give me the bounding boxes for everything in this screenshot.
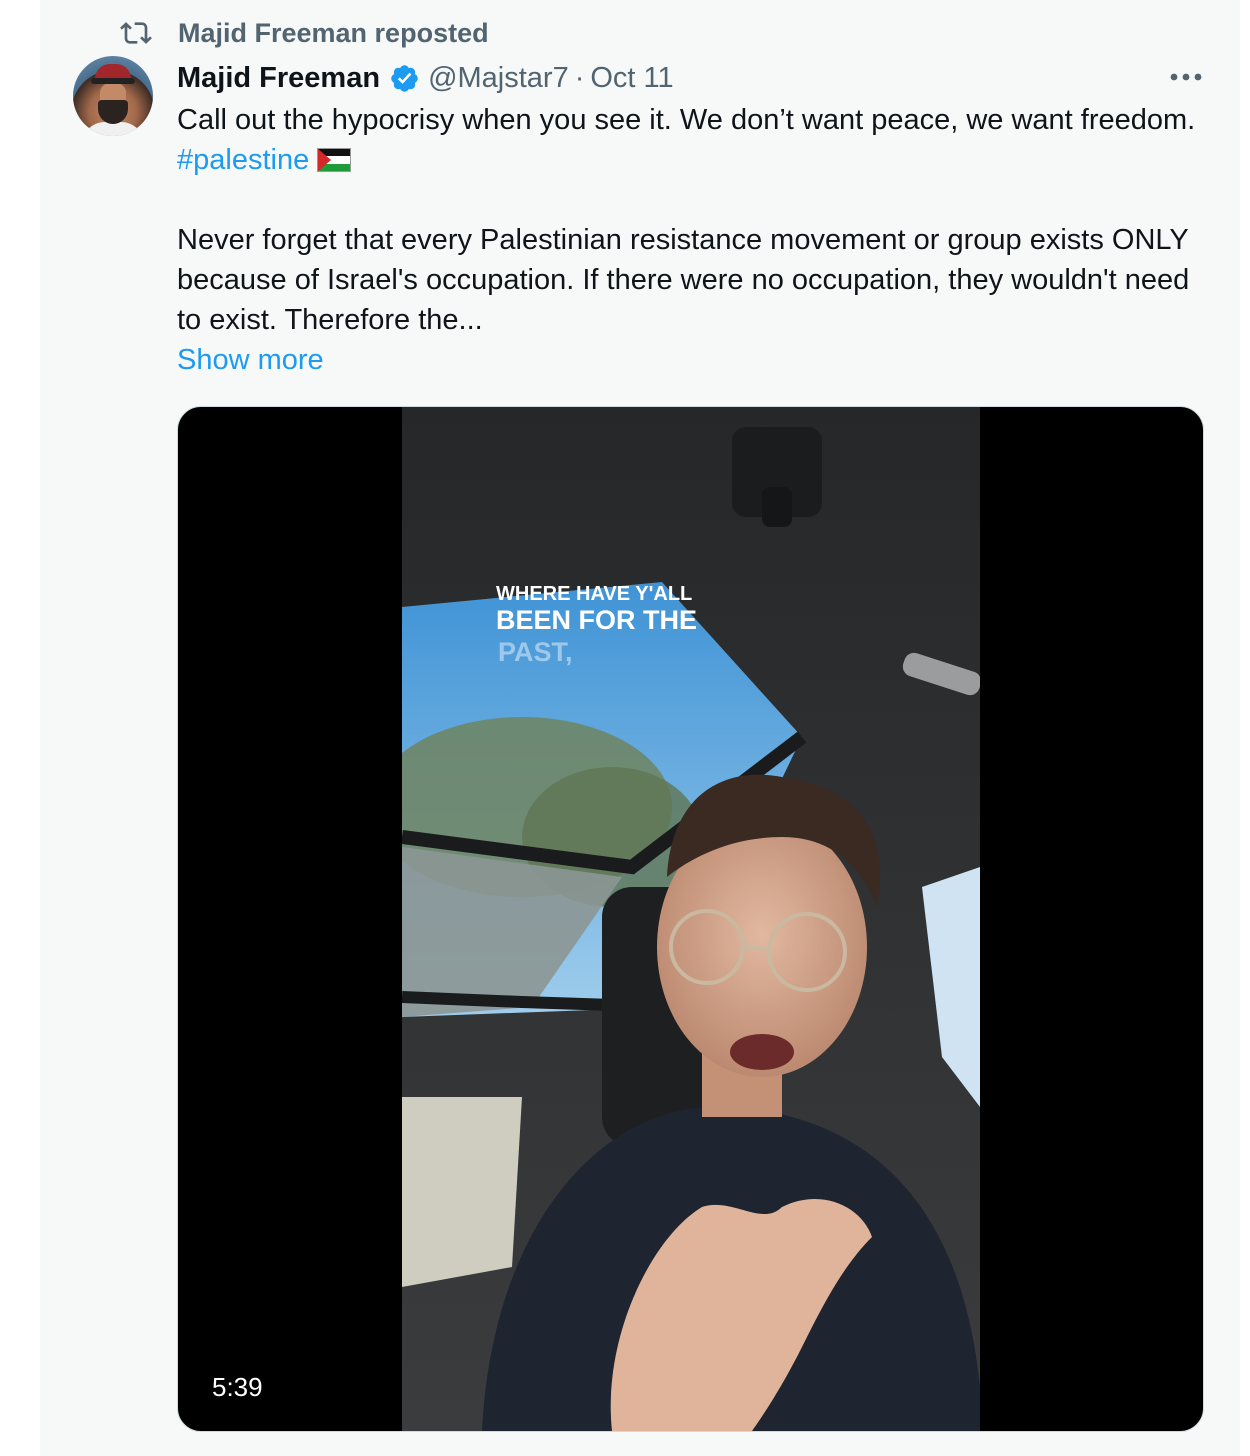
video-caption-line-2: BEEN FOR THE: [496, 605, 697, 635]
tweet-paragraph-1: Call out the hypocrisy when you see it. …: [177, 100, 1197, 180]
video-thumbnail: WHERE HAVE Y'ALL BEEN FOR THE PAST,: [402, 407, 980, 1431]
repost-label: Majid Freeman reposted: [178, 17, 489, 48]
more-icon: [1170, 73, 1202, 81]
repost-icon: [120, 22, 152, 44]
verified-badge-icon[interactable]: [389, 63, 420, 94]
show-more-link[interactable]: Show more: [177, 340, 324, 380]
author-avatar[interactable]: [73, 56, 153, 136]
video-player[interactable]: WHERE HAVE Y'ALL BEEN FOR THE PAST, 5:39: [177, 406, 1204, 1432]
header-separator: ·: [574, 61, 585, 94]
video-frame[interactable]: WHERE HAVE Y'ALL BEEN FOR THE PAST,: [402, 407, 980, 1431]
hashtag-link[interactable]: #palestine: [177, 144, 309, 176]
tweet-line-1: Call out the hypocrisy when you see it. …: [177, 104, 1196, 136]
author-name[interactable]: Majid Freeman: [177, 62, 380, 95]
page: Majid Freeman reposted Majid Freeman @Ma…: [0, 0, 1250, 1456]
repost-indicator[interactable]: Majid Freeman reposted: [120, 14, 489, 52]
tweet-text: Call out the hypocrisy when you see it. …: [177, 100, 1197, 380]
tweet-card[interactable]: Majid Freeman reposted Majid Freeman @Ma…: [40, 0, 1240, 1456]
tweet-paragraph-2: Never forget that every Palestinian resi…: [177, 224, 1190, 336]
video-caption-line-3: PAST,: [498, 637, 573, 667]
tweet-date[interactable]: Oct 11: [590, 62, 673, 95]
more-options-button[interactable]: [1164, 62, 1208, 92]
video-duration: 5:39: [200, 1368, 275, 1407]
palestine-flag-icon: [317, 148, 352, 172]
author-handle[interactable]: @Majstar7: [428, 62, 569, 95]
left-strip: [0, 0, 41, 1456]
video-caption-line-1: WHERE HAVE Y'ALL: [496, 583, 692, 605]
tweet-header: Majid Freeman @Majstar7 · Oct 11: [177, 58, 674, 98]
